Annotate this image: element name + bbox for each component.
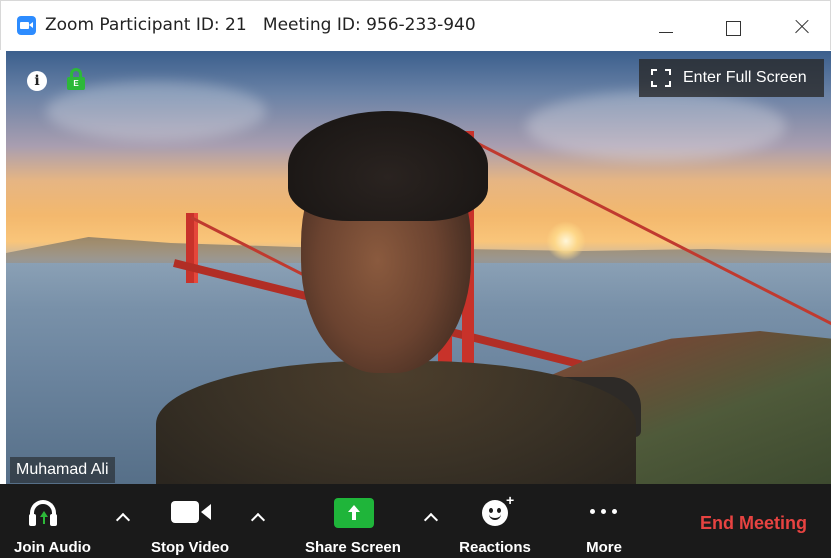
title-bar: Zoom Participant ID: 21 Meeting ID: 956-… xyxy=(0,0,831,50)
video-options-caret[interactable] xyxy=(251,511,263,523)
share-screen-label: Share Screen xyxy=(305,539,401,556)
join-audio-label: Join Audio xyxy=(14,539,91,556)
end-meeting-button[interactable]: End Meeting xyxy=(700,513,807,534)
reactions-icon: + xyxy=(482,492,514,526)
video-camera-icon xyxy=(171,501,215,523)
join-audio-button[interactable]: Join Audio xyxy=(0,484,115,558)
lock-icon[interactable]: E xyxy=(67,68,85,90)
stop-video-label: Stop Video xyxy=(150,539,230,556)
audio-options-caret[interactable] xyxy=(116,511,128,523)
meeting-toolbar: Join Audio Stop Video Share Screen + Rea… xyxy=(0,484,831,558)
more-button[interactable]: More xyxy=(568,484,640,558)
enter-full-screen-label: Enter Full Screen xyxy=(683,69,807,86)
window-title: Zoom Participant ID: 21 Meeting ID: 956-… xyxy=(45,15,476,35)
info-icon[interactable]: i xyxy=(27,71,47,91)
fullscreen-icon xyxy=(651,69,671,87)
lock-letter: E xyxy=(67,77,85,90)
more-icon xyxy=(590,509,618,515)
reactions-label: Reactions xyxy=(459,539,531,556)
minimize-button[interactable] xyxy=(645,11,691,41)
share-screen-icon xyxy=(334,498,374,528)
reactions-button[interactable]: + Reactions xyxy=(452,484,538,558)
maximize-button[interactable] xyxy=(710,11,756,41)
participant-name-tag: Muhamad Ali xyxy=(10,457,115,483)
headphones-icon xyxy=(28,500,58,528)
stop-video-button[interactable]: Stop Video xyxy=(140,484,240,558)
enter-full-screen-button[interactable]: Enter Full Screen xyxy=(639,59,824,97)
zoom-app-icon xyxy=(17,16,36,35)
share-screen-button[interactable]: Share Screen xyxy=(300,484,406,558)
more-label: More xyxy=(586,539,622,556)
close-button[interactable] xyxy=(777,11,823,41)
video-area: i E Enter Full Screen Muhamad Ali xyxy=(6,51,831,484)
share-options-caret[interactable] xyxy=(424,511,436,523)
